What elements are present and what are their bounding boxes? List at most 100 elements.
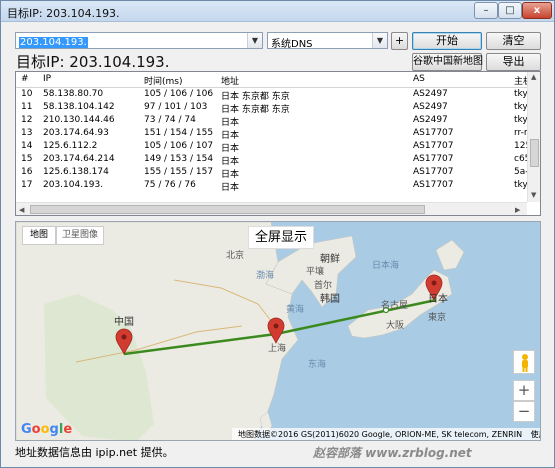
map-label-east-sea: 东海	[308, 360, 327, 370]
table-row[interactable]: 13 203.174.64.93 151 / 154 / 155 日本 AS17707 r…	[16, 128, 533, 141]
cell-location: 日本	[221, 183, 240, 193]
dns-select[interactable]: 系统DNS ▼	[267, 32, 388, 50]
col-header-location[interactable]: 地址	[221, 74, 411, 87]
map-label-pyongyang: 平壤	[306, 267, 325, 277]
map-type-map-button[interactable]: 地图	[22, 226, 56, 245]
table-row[interactable]: 11 58.138.104.142 97 / 101 / 103 日本 东京都 东京 A…	[16, 102, 534, 115]
horizontal-scrollbar[interactable]: ◀ ▶	[16, 202, 527, 215]
map-attribution: 地图数据©2016 GS(2011)6020 Google, ORION-ME,…	[238, 430, 523, 439]
cell-as: AS17707	[413, 141, 454, 151]
map-label-shanghai: 上海	[268, 344, 287, 354]
cell-location: 日本	[221, 170, 240, 180]
cell-time: 105 / 106 / 107	[144, 141, 214, 151]
table-row[interactable]: 12 210.130.144.46 73 / 74 / 74 日本 AS2497 tkyO	[16, 115, 534, 128]
cell-ip: 58.138.80.70	[43, 89, 104, 99]
map-label-bohai: 渤海	[256, 271, 275, 281]
cell-index: 14	[21, 141, 33, 151]
route-map[interactable]: 中国 北京 渤海 朝鲜 平壤 首尔 韩国 黄海 上海 东海 日本海 名古屋 大阪…	[15, 221, 541, 441]
cell-as: AS2497	[413, 89, 448, 99]
map-type-satellite-button[interactable]: 卫星图像	[56, 226, 104, 245]
zoom-in-button[interactable]: +	[513, 380, 535, 401]
cell-as: AS17707	[413, 167, 454, 177]
target-ip-heading: 目标IP: 203.104.193.	[16, 51, 216, 72]
cell-location: 日本	[221, 118, 240, 128]
table-row[interactable]: 17 203.104.193. 75 / 76 / 76 日本 AS17707 tkyO	[16, 180, 534, 193]
table-row[interactable]: 15 203.174.64.214 149 / 153 / 154 日本 AS17707…	[16, 154, 534, 167]
cell-index: 17	[21, 180, 33, 190]
street-view-button[interactable]	[513, 350, 535, 374]
col-header-index[interactable]: #	[21, 74, 41, 84]
add-dns-button[interactable]: +	[391, 32, 408, 50]
map-label-osaka: 大阪	[386, 321, 405, 331]
cell-location: 日本	[221, 157, 240, 167]
cell-index: 15	[21, 154, 33, 164]
cell-time: 75 / 76 / 76	[144, 180, 196, 190]
clear-button[interactable]: 清空	[486, 32, 541, 50]
map-terms-link[interactable]: 使用条款	[531, 430, 540, 439]
col-header-as[interactable]: AS	[413, 74, 513, 84]
map-label-china: 中国	[114, 317, 134, 328]
map-label-north-korea: 朝鲜	[320, 254, 340, 265]
map-label-japan: 日本	[428, 294, 448, 305]
vertical-scrollbar[interactable]: ▲ ▼	[527, 72, 540, 202]
map-label-nagoya: 名古屋	[381, 301, 409, 311]
col-header-time[interactable]: 时间(ms)	[144, 74, 219, 87]
cell-ip: 203.174.64.93	[43, 128, 109, 138]
map-label-yellow-sea: 黄海	[286, 305, 305, 315]
cell-location: 日本 东京都 东京	[221, 92, 290, 102]
dns-select-value: 系统DNS	[271, 39, 313, 50]
japan-north-landmass	[435, 239, 465, 271]
table-row[interactable]: 14 125.6.112.2 105 / 106 / 107 日本 AS17707 125	[16, 141, 531, 154]
target-input-value: 203.104.193.	[19, 37, 88, 48]
fullscreen-button[interactable]: 全屏显示	[248, 226, 314, 249]
map-label-sea-of-japan: 日本海	[372, 261, 400, 271]
cell-index: 11	[21, 102, 33, 112]
table-row[interactable]: 10 58.138.80.70 105 / 106 / 106 日本 东京都 东京 AS…	[16, 89, 534, 102]
table-row[interactable]: 16 125.6.138.174 155 / 155 / 157 日本 AS17707 5…	[16, 167, 533, 180]
cell-as: AS17707	[413, 180, 454, 190]
col-header-ip[interactable]: IP	[43, 74, 143, 84]
cell-ip: 203.104.193.	[43, 180, 104, 190]
scroll-up-icon[interactable]: ▲	[531, 73, 536, 81]
cell-index: 13	[21, 128, 33, 138]
cell-time: 105 / 106 / 106	[144, 89, 214, 99]
cell-index: 12	[21, 115, 33, 125]
vertical-scroll-thumb[interactable]	[530, 139, 539, 167]
cell-time: 149 / 153 / 154	[144, 154, 214, 164]
chevron-down-icon[interactable]: ▼	[247, 33, 262, 48]
google-logo: Google	[21, 422, 73, 437]
zoom-out-button[interactable]: −	[513, 401, 535, 422]
cell-ip: 203.174.64.214	[43, 154, 115, 164]
cell-time: 155 / 155 / 157	[144, 167, 214, 177]
target-redaction	[87, 35, 126, 46]
cell-ip: 58.138.104.142	[43, 102, 115, 112]
close-button[interactable]: x	[522, 2, 552, 19]
hops-table[interactable]: # IP 时间(ms) 地址 AS 主机 10 58.138.80.70 105 /…	[15, 71, 541, 216]
scroll-left-icon[interactable]: ◀	[19, 206, 24, 214]
window-title: 目标IP: 203.104.193.	[7, 7, 120, 20]
cell-time: 73 / 74 / 74	[144, 115, 196, 125]
map-label-tokyo: 東京	[428, 313, 447, 323]
table-header: # IP 时间(ms) 地址 AS 主机	[16, 72, 532, 88]
target-input[interactable]: 203.104.193. ▼	[15, 32, 263, 49]
map-label-beijing: 北京	[226, 251, 245, 261]
google-map-button[interactable]: 谷歌中国新地图	[412, 53, 483, 71]
cell-ip: 125.6.112.2	[43, 141, 98, 151]
cell-location: 日本	[221, 131, 240, 141]
cell-index: 16	[21, 167, 33, 177]
chevron-down-icon[interactable]: ▼	[372, 33, 387, 48]
maximize-button[interactable]: □	[498, 2, 522, 19]
export-button[interactable]: 导出	[486, 53, 541, 71]
cell-location: 日本	[221, 144, 240, 154]
title-bar[interactable]: 目标IP: 203.104.193. – □ x	[1, 1, 554, 22]
scroll-right-icon[interactable]: ▶	[515, 206, 520, 214]
scroll-down-icon[interactable]: ▼	[531, 191, 536, 199]
horizontal-scroll-thumb[interactable]	[30, 205, 425, 214]
map-attribution-bar: 地图数据©2016 GS(2011)6020 Google, ORION-ME,…	[232, 428, 540, 440]
minimize-button[interactable]: –	[474, 2, 498, 19]
map-canvas[interactable]	[16, 222, 541, 441]
cell-time: 97 / 101 / 103	[144, 102, 208, 112]
ip-data-credit: 地址数据信息由 ipip.net 提供。	[15, 446, 174, 459]
start-button[interactable]: 开始	[412, 32, 482, 50]
cell-ip: 210.130.144.46	[43, 115, 115, 125]
